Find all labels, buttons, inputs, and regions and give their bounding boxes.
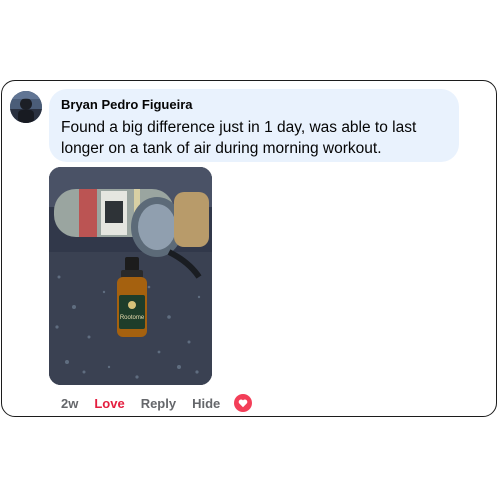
bottle-label: Rootome [120, 315, 145, 321]
heart-reaction-icon[interactable] [234, 394, 253, 412]
comment-text: Found a big difference just in 1 day, wa… [61, 119, 417, 157]
avatar-image [10, 91, 42, 123]
avatar[interactable] [10, 91, 42, 123]
comment-actions: 2w Love Reply Hide [61, 394, 253, 412]
comment-photo-image: Rootome [49, 167, 212, 385]
love-button[interactable]: Love [94, 396, 124, 411]
comment-bubble: Bryan Pedro Figueira Found a big differe… [49, 89, 459, 162]
hide-button[interactable]: Hide [192, 396, 220, 411]
reply-button[interactable]: Reply [141, 396, 176, 411]
comment-card: Bryan Pedro Figueira Found a big differe… [1, 80, 497, 417]
comment-author[interactable]: Bryan Pedro Figueira [61, 97, 447, 113]
comment-photo[interactable]: Rootome [49, 167, 212, 385]
comment-timestamp[interactable]: 2w [61, 396, 78, 411]
